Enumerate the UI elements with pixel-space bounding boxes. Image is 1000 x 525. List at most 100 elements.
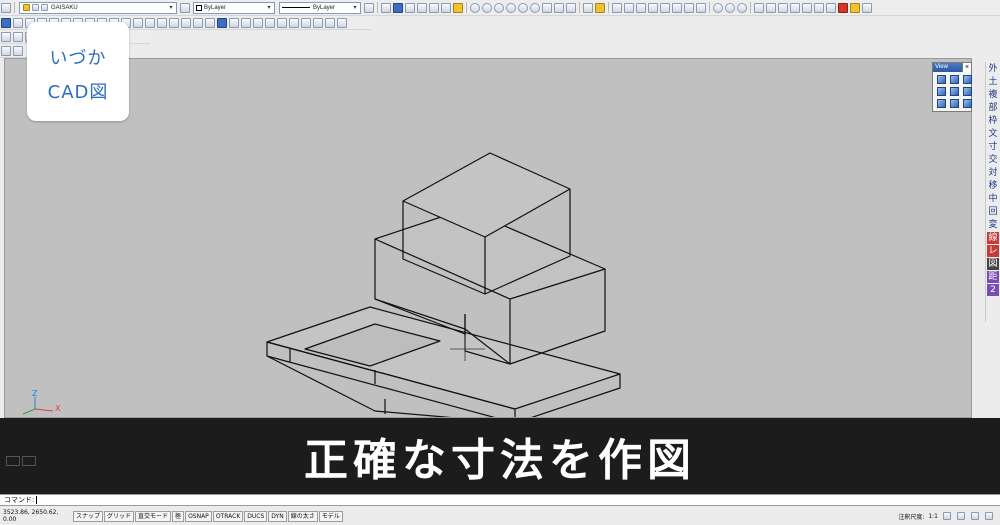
- box-icon[interactable]: [157, 17, 167, 28]
- dyn-toggle[interactable]: DYN: [268, 510, 287, 522]
- command-button-14[interactable]: 線: [987, 232, 999, 244]
- list-icon[interactable]: [145, 17, 155, 28]
- command-button-2[interactable]: 土: [987, 76, 999, 88]
- revolve-icon[interactable]: [241, 17, 251, 28]
- tab-layout1[interactable]: [22, 456, 36, 466]
- left-view-icon[interactable]: [963, 75, 972, 84]
- cross-icon[interactable]: [672, 2, 682, 13]
- shade-icon[interactable]: [1, 17, 11, 28]
- 3d-move-icon[interactable]: [313, 17, 323, 28]
- zoom-out-icon[interactable]: [482, 2, 492, 13]
- clean-screen-icon[interactable]: [985, 512, 993, 520]
- match-properties-icon[interactable]: [453, 2, 463, 13]
- linetype-dropdown[interactable]: ByLayer ▾: [279, 1, 361, 14]
- measure-icon[interactable]: [13, 45, 23, 56]
- right-view-icon[interactable]: [937, 87, 946, 96]
- command-button-13[interactable]: 変: [987, 219, 999, 231]
- layer-manager-icon[interactable]: [1, 2, 11, 13]
- front-view-icon[interactable]: [950, 75, 959, 84]
- render-icon[interactable]: [13, 17, 23, 28]
- circle-icon[interactable]: [713, 2, 723, 13]
- section-icon[interactable]: [301, 17, 311, 28]
- ray-icon[interactable]: [648, 2, 658, 13]
- ellipse-icon[interactable]: [737, 2, 747, 13]
- ne-iso-view-icon[interactable]: [937, 99, 946, 108]
- torus-icon[interactable]: [217, 17, 227, 28]
- cut-icon[interactable]: [417, 2, 427, 13]
- dimension-icon[interactable]: [838, 2, 848, 13]
- command-button-1[interactable]: 外: [987, 63, 999, 75]
- command-line[interactable]: コマンド:: [0, 494, 1000, 506]
- insert-icon[interactable]: [862, 2, 872, 13]
- 3d-rotate-icon[interactable]: [325, 17, 335, 28]
- calculator-icon[interactable]: [1, 45, 11, 56]
- pan-icon[interactable]: [542, 2, 552, 13]
- eraser-icon[interactable]: [778, 2, 788, 13]
- arc-icon[interactable]: [725, 2, 735, 13]
- cone-icon[interactable]: [181, 17, 191, 28]
- wedge-icon[interactable]: [169, 17, 179, 28]
- command-button-4[interactable]: 部: [987, 102, 999, 114]
- zoom-in-icon[interactable]: [470, 2, 480, 13]
- extrude-icon[interactable]: [229, 17, 239, 28]
- grid-toggle[interactable]: グリッド: [104, 510, 135, 522]
- extend-icon[interactable]: [696, 2, 706, 13]
- make-current-layer-icon[interactable]: [180, 2, 190, 13]
- osnap-toggle[interactable]: OSNAP: [185, 510, 212, 522]
- table-icon[interactable]: [814, 2, 824, 13]
- tab-model[interactable]: [6, 456, 20, 466]
- copy-icon[interactable]: [429, 2, 439, 13]
- color-dropdown[interactable]: ByLayer ▾: [193, 1, 275, 14]
- lineweight-icon[interactable]: [364, 2, 374, 13]
- document-icon[interactable]: [826, 2, 836, 13]
- paste-icon[interactable]: [441, 2, 451, 13]
- command-button-6[interactable]: 文: [987, 128, 999, 140]
- command-button-8[interactable]: 交: [987, 154, 999, 166]
- annotation-visibility-icon[interactable]: [943, 512, 951, 520]
- command-button-3[interactable]: 複: [987, 89, 999, 101]
- zoom-extents-icon[interactable]: [518, 2, 528, 13]
- multiline-icon[interactable]: [660, 2, 670, 13]
- subtract-icon[interactable]: [265, 17, 275, 28]
- hatch-icon[interactable]: [850, 2, 860, 13]
- model-toggle[interactable]: モデル: [318, 510, 343, 522]
- command-button-18[interactable]: 2: [987, 284, 999, 296]
- polyline-icon[interactable]: [624, 2, 634, 13]
- sphere-icon[interactable]: [193, 17, 203, 28]
- trim-icon[interactable]: [684, 2, 694, 13]
- command-button-12[interactable]: 回: [987, 206, 999, 218]
- command-button-7[interactable]: 寸: [987, 141, 999, 153]
- top-view-icon[interactable]: [937, 75, 946, 84]
- drawing-canvas[interactable]: Z X: [4, 58, 972, 418]
- union-icon[interactable]: [253, 17, 263, 28]
- zoom-all-icon[interactable]: [530, 2, 540, 13]
- undo-icon[interactable]: [554, 2, 564, 13]
- command-button-11[interactable]: 中: [987, 193, 999, 205]
- point-icon[interactable]: [790, 2, 800, 13]
- bottom-view-icon[interactable]: [963, 99, 972, 108]
- command-button-17[interactable]: 距: [987, 271, 999, 283]
- command-button-10[interactable]: 移: [987, 180, 999, 192]
- slice-icon[interactable]: [289, 17, 299, 28]
- otrack-toggle[interactable]: OTRACK: [212, 510, 244, 522]
- pencil-icon[interactable]: [766, 2, 776, 13]
- zoom-previous-icon[interactable]: [506, 2, 516, 13]
- command-button-5[interactable]: 枠: [987, 115, 999, 127]
- ucs-view-icon[interactable]: [133, 17, 143, 28]
- line-icon[interactable]: [612, 2, 622, 13]
- 3d-orbit-icon[interactable]: [337, 17, 347, 28]
- block-icon[interactable]: [802, 2, 812, 13]
- sw-iso-view-icon[interactable]: [950, 87, 959, 96]
- close-icon[interactable]: ×: [962, 63, 971, 72]
- zoom-window-icon[interactable]: [494, 2, 504, 13]
- command-button-16[interactable]: 図: [987, 258, 999, 270]
- se-iso-view-icon[interactable]: [963, 87, 972, 96]
- cylinder-icon[interactable]: [205, 17, 215, 28]
- annotation-scale-value[interactable]: 1:1: [928, 513, 938, 520]
- redo-icon[interactable]: [566, 2, 576, 13]
- ducs-toggle[interactable]: DUCS: [244, 510, 268, 522]
- print-icon[interactable]: [405, 2, 415, 13]
- layer-dropdown[interactable]: GAISAKU ▾: [19, 1, 177, 14]
- design-center-icon[interactable]: [595, 2, 605, 13]
- properties-icon[interactable]: [583, 2, 593, 13]
